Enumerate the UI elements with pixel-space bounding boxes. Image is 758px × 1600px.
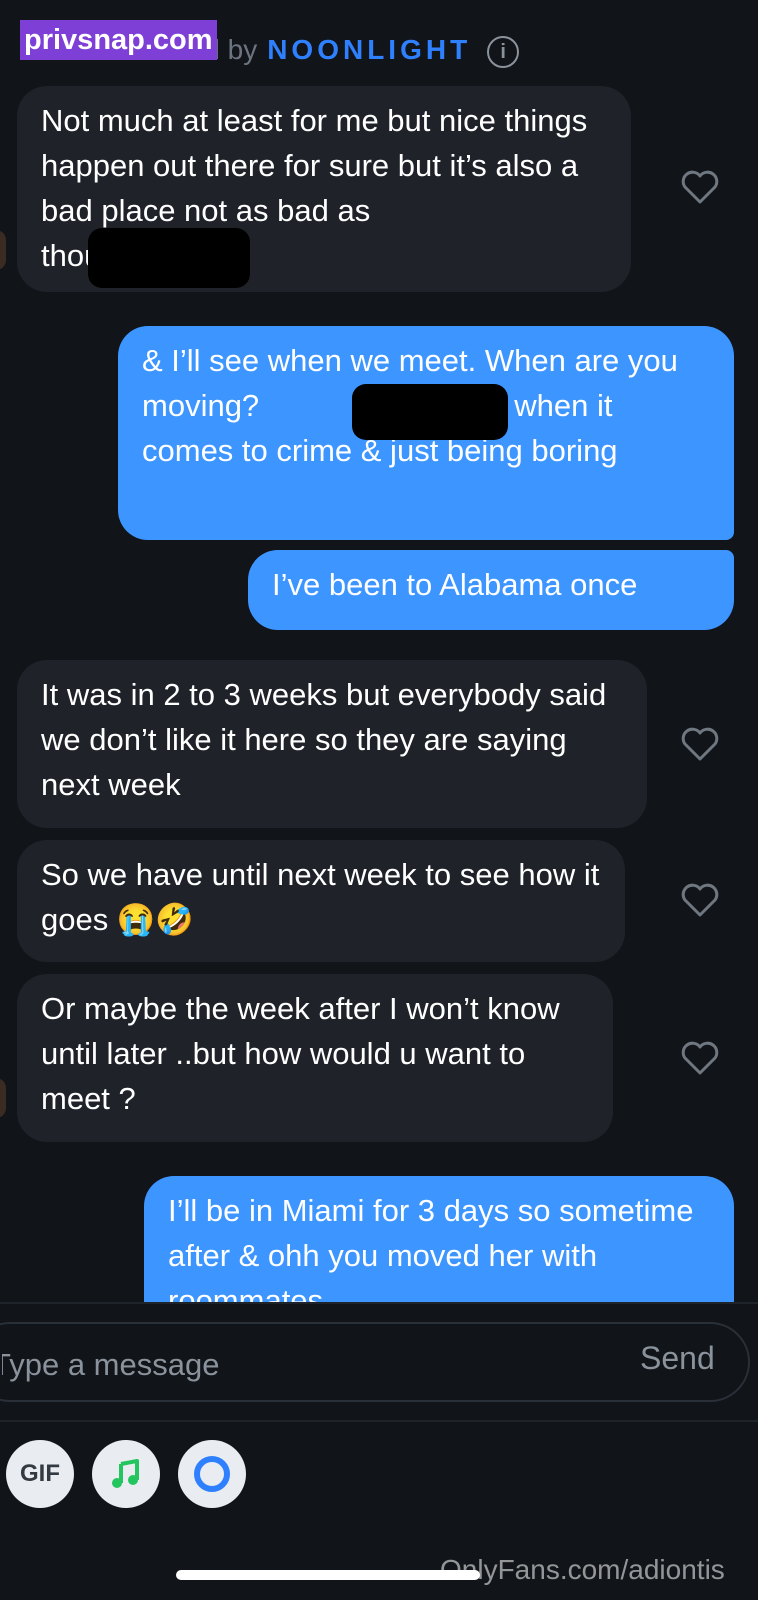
message-text: I’ll be in Miami for 3 days so sometime …	[168, 1193, 694, 1302]
divider	[0, 1302, 758, 1304]
gif-button[interactable]: GIF	[6, 1440, 74, 1508]
heart-icon[interactable]	[680, 880, 720, 920]
message-incoming[interactable]: So we have until next week to see how it…	[17, 840, 625, 962]
message-text: So we have until next week to see how it…	[41, 857, 600, 937]
message-text: It was in 2 to 3 weeks but everybody sai…	[41, 677, 607, 802]
redaction	[352, 384, 508, 440]
loop-icon	[194, 1456, 230, 1492]
avatar[interactable]	[0, 1078, 6, 1118]
heart-icon[interactable]	[680, 167, 720, 207]
music-button[interactable]	[92, 1440, 160, 1508]
heart-icon[interactable]	[680, 724, 720, 764]
message-text: Or maybe the week after I won’t know unt…	[41, 991, 560, 1116]
heart-icon[interactable]	[680, 1038, 720, 1078]
gif-label: GIF	[20, 1460, 60, 1487]
message-incoming[interactable]: It was in 2 to 3 weeks but everybody sai…	[17, 660, 647, 828]
chat-thread[interactable]: Protected byNOONLIGHTi Not much at least…	[0, 0, 758, 1302]
message-outgoing[interactable]: I’ve been to Alabama once	[248, 550, 734, 630]
info-icon[interactable]: i	[487, 35, 520, 68]
loop-button[interactable]	[178, 1440, 246, 1508]
message-input[interactable]	[0, 1342, 524, 1388]
send-button[interactable]: Send	[640, 1340, 715, 1377]
divider	[0, 1420, 758, 1422]
avatar[interactable]	[0, 230, 6, 270]
message-text: I’ve been to Alabama once	[272, 567, 638, 602]
redaction	[88, 228, 250, 288]
banner-brand: NOONLIGHT	[267, 34, 472, 65]
home-indicator[interactable]	[176, 1570, 480, 1580]
watermark: privsnap.com	[20, 20, 217, 60]
message-outgoing[interactable]: I’ll be in Miami for 3 days so sometime …	[144, 1176, 734, 1302]
music-note-icon	[112, 1459, 139, 1488]
credit-watermark: OnlyFans.com/adiontis	[440, 1554, 725, 1585]
message-incoming[interactable]: Or maybe the week after I won’t know unt…	[17, 974, 613, 1142]
